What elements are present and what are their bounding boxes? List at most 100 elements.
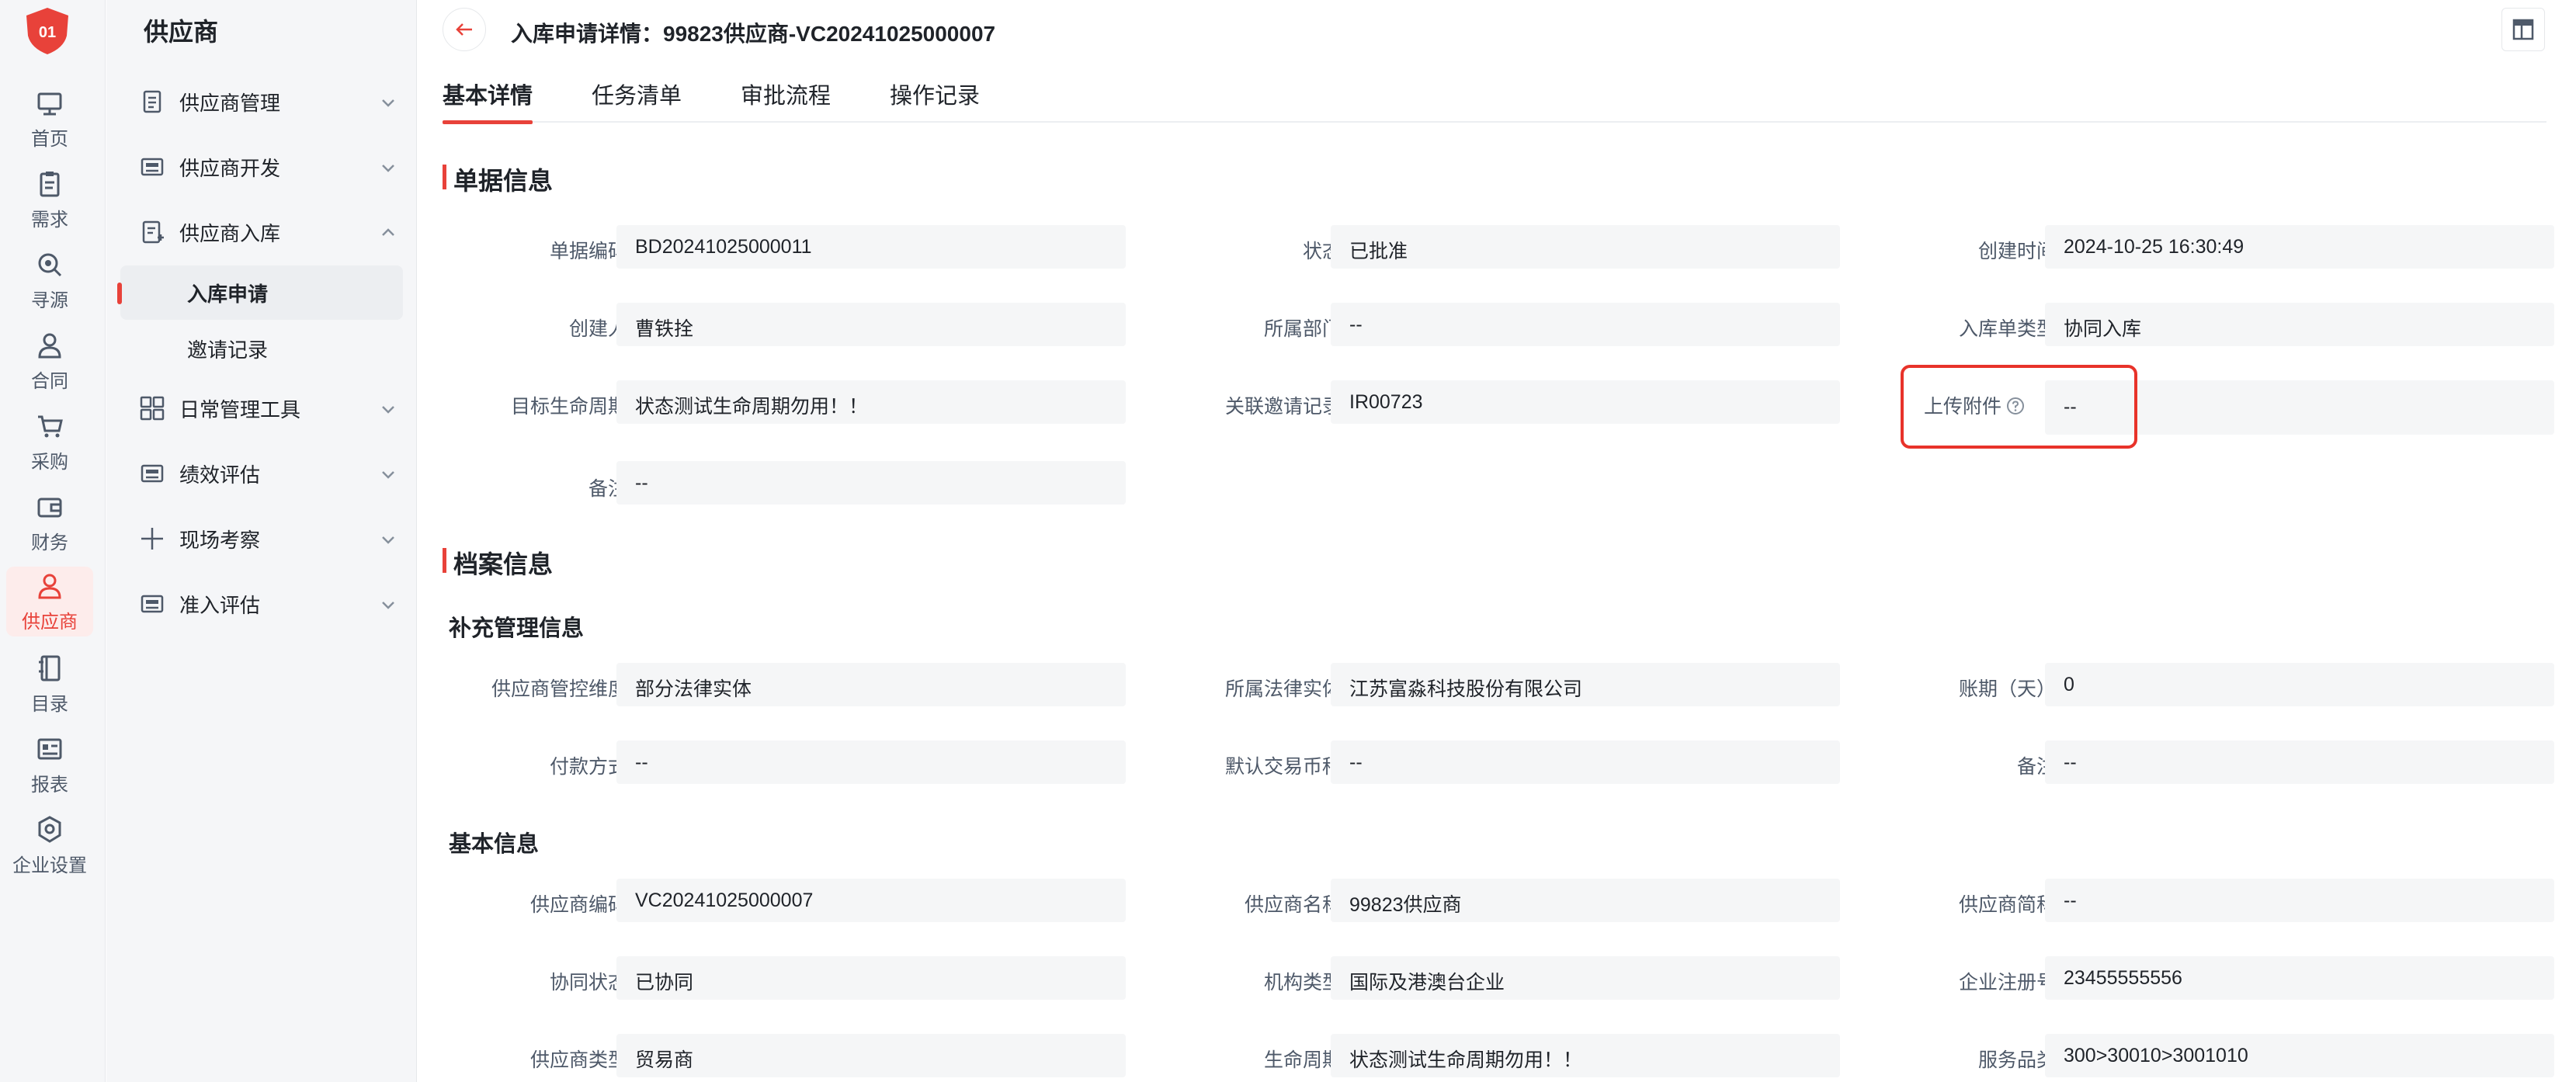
field-value: 贸易商: [616, 1034, 1126, 1077]
submenu-label: 入库申请: [187, 282, 269, 306]
rail-label: 需求: [31, 209, 68, 231]
menu-daily-tools[interactable]: 日常管理工具: [139, 387, 403, 430]
wallet-icon: [37, 498, 62, 517]
svg-text:01: 01: [39, 24, 56, 41]
rail-label: 财务: [31, 532, 68, 553]
field-label: 创建时间: [1977, 241, 2056, 262]
field-value: 2024-10-25 16:30:49: [2045, 225, 2554, 269]
attachment-highlight-box: [1901, 365, 2137, 449]
field-value: 状态测试生命周期勿用！！: [616, 380, 1126, 424]
icon-rail: 01 首页 需求 寻源 合同 采购 财务 供应商 目录 报表 企业设置: [0, 0, 106, 1082]
menu-label: 供应商入库: [179, 221, 281, 245]
rail-item-catalog[interactable]: 目录: [6, 649, 93, 719]
field-value: 协同入库: [2045, 303, 2554, 346]
subsection-supplement: 补充管理信息: [449, 616, 585, 641]
card-icon: [141, 158, 164, 176]
field-value: 已协同: [616, 956, 1126, 1000]
menu-admission-evaluation[interactable]: 准入评估: [139, 582, 403, 626]
chevron-down-icon: [382, 99, 394, 107]
rail-item-home[interactable]: 首页: [6, 84, 93, 154]
field-label: 关联邀请记录: [1224, 396, 1342, 418]
field-value: --: [2045, 740, 2554, 784]
rail-label: 目录: [31, 693, 68, 715]
search-icon: [38, 253, 62, 276]
subsection-basic: 基本信息: [449, 832, 540, 857]
tab-approval-flow[interactable]: 审批流程: [741, 78, 831, 123]
field-label: 所属法律实体: [1224, 678, 1342, 700]
book-icon: [39, 655, 61, 681]
field-label: 创建人: [568, 318, 627, 340]
submenu-label: 邀请记录: [187, 338, 269, 362]
chevron-down-icon: [382, 602, 394, 609]
field-label: 默认交易币种: [1224, 756, 1342, 778]
rail-item-supplier[interactable]: 供应商: [6, 567, 93, 636]
menu-label: 绩效评估: [179, 463, 261, 487]
arrow-left-icon: [456, 23, 472, 36]
field-value: 状态测试生命周期勿用！！: [1331, 1034, 1840, 1077]
rail-item-purchase[interactable]: 采购: [6, 407, 93, 477]
field-value: 300>30010>3001010: [2045, 1034, 2554, 1077]
section-archive-info: 档案信息: [443, 545, 553, 581]
rail-item-report[interactable]: 报表: [6, 730, 93, 799]
chevron-down-icon: [382, 471, 394, 479]
field-value: 江苏富淼科技股份有限公司: [1331, 663, 1840, 706]
supplier-sidebar: 供应商 供应商管理 供应商开发 供应商入库 入库申请 邀请记录 日常管理工具 绩…: [106, 0, 417, 1082]
shield-logo-icon[interactable]: 01: [23, 6, 71, 56]
back-button[interactable]: [443, 8, 486, 51]
menu-supplier-development[interactable]: 供应商开发: [139, 145, 403, 189]
menu-label: 供应商管理: [179, 91, 281, 115]
doc-icon: [143, 90, 161, 113]
field-label: 机构类型: [1263, 972, 1342, 994]
field-label: 付款方式: [549, 756, 627, 778]
chevron-down-icon: [382, 165, 394, 172]
field-value: --: [1331, 303, 1840, 346]
card-icon: [141, 595, 164, 613]
field-value: IR00723: [1331, 380, 1840, 424]
field-label: 入库单类型: [1958, 318, 2056, 340]
clipboard-icon: [40, 171, 60, 196]
rail-item-sourcing[interactable]: 寻源: [6, 245, 93, 315]
submenu-invitation-records[interactable]: 邀请记录: [120, 321, 403, 376]
field-value: --: [616, 740, 1126, 784]
rail-label: 采购: [31, 451, 68, 473]
field-label: 目标生命周期: [510, 396, 627, 418]
rail-item-contract[interactable]: 合同: [6, 326, 93, 396]
monitor-icon: [37, 92, 62, 115]
rail-item-finance[interactable]: 财务: [6, 487, 93, 557]
field-label: 生命周期: [1263, 1049, 1342, 1071]
tab-task-list[interactable]: 任务清单: [592, 78, 682, 123]
rail-label: 报表: [31, 774, 68, 796]
field-value: --: [1331, 740, 1840, 784]
rail-item-enterprise-settings[interactable]: 企业设置: [6, 810, 93, 880]
page-title: 入库申请详情：99823供应商-VC20241025000007: [511, 22, 996, 46]
field-label: 备注: [2016, 756, 2056, 778]
menu-label: 现场考察: [179, 528, 261, 552]
field-value: 23455555556: [2045, 956, 2554, 1000]
tab-basic-details[interactable]: 基本详情: [443, 78, 533, 124]
rail-label: 供应商: [22, 611, 78, 633]
user-icon: [38, 333, 61, 358]
submenu-onboarding-application[interactable]: 入库申请: [117, 265, 403, 320]
layout-icon: [2512, 19, 2534, 40]
menu-supplier-management[interactable]: 供应商管理: [139, 80, 403, 123]
rail-item-demand[interactable]: 需求: [6, 165, 93, 234]
report-icon: [37, 738, 62, 759]
menu-site-inspection[interactable]: 现场考察: [139, 517, 403, 560]
rail-label: 企业设置: [12, 855, 87, 876]
menu-performance[interactable]: 绩效评估: [139, 452, 403, 495]
field-value: --: [616, 461, 1126, 505]
doc-edit-icon: [142, 220, 164, 244]
layout-toggle-button[interactable]: [2501, 8, 2545, 51]
field-value: 曹铁拴: [616, 303, 1126, 346]
tab-operation-log[interactable]: 操作记录: [890, 78, 980, 123]
detail-tabs: 基本详情 任务清单 审批流程 操作记录: [443, 67, 2546, 124]
field-label: 供应商编码: [529, 894, 627, 916]
field-label: 供应商简称: [1958, 894, 2056, 916]
page-header: 入库申请详情：99823供应商-VC20241025000007: [418, 0, 2576, 59]
chevron-down-icon: [382, 536, 394, 544]
settings-icon: [38, 815, 61, 843]
field-value: 国际及港澳台企业: [1331, 956, 1840, 1000]
menu-supplier-onboarding[interactable]: 供应商入库: [139, 210, 403, 254]
field-value: --: [2045, 879, 2554, 922]
card-icon: [141, 464, 164, 483]
